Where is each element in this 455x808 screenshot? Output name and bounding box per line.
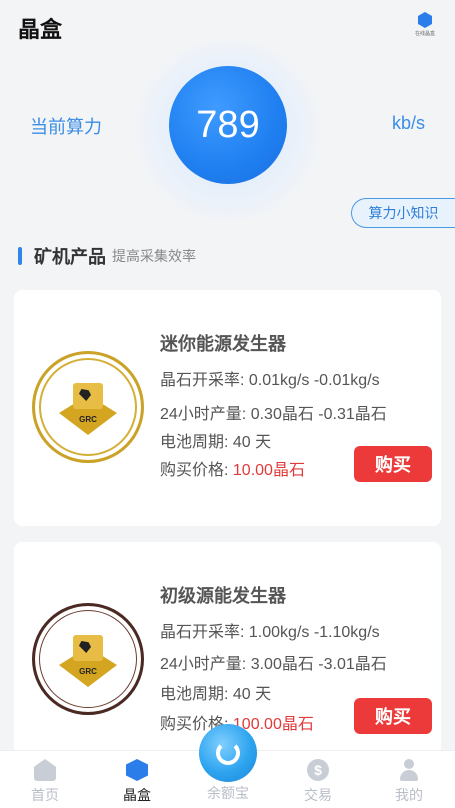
tab-trade[interactable]: $ 交易 [288, 759, 348, 805]
purchase-price-value: 10.00晶石 [232, 462, 305, 479]
battery-cycle-label: 电池周期: [160, 686, 229, 703]
daily-output-label: 24小时产量: [160, 406, 247, 423]
battery-cycle-value: 40 天 [232, 686, 272, 703]
map-icon [73, 635, 103, 661]
map-icon [73, 383, 103, 409]
tab-crystal-box[interactable]: 晶盒 [107, 759, 167, 805]
logo-caption: 在线晶盒 [414, 31, 435, 37]
section-accent-bar [18, 247, 22, 265]
power-panel: 当前算力 789 kb/s 算力小知识 [0, 40, 455, 228]
mining-rate-value: 0.01kg/s -0.01kg/s [248, 372, 380, 389]
mining-rate-label: 晶石开采率: [160, 372, 245, 389]
power-unit: kb/s [391, 113, 425, 133]
coin-text: GRC [79, 667, 97, 676]
tab-home[interactable]: 首页 [15, 759, 75, 805]
balance-fab-button[interactable] [199, 724, 257, 782]
daily-output-value: 0.30晶石 -0.31晶石 [250, 406, 387, 423]
power-value: 789 [196, 103, 260, 146]
section-heading: 矿机产品 提高采集效率 [18, 244, 196, 268]
tab-label: 我的 [395, 787, 423, 803]
purchase-price-label: 购买价格: [160, 462, 229, 479]
crystal-box-logo-icon[interactable]: 在线晶盒 [413, 12, 437, 40]
mining-rate-label: 晶石开采率: [160, 624, 245, 641]
battery-cycle-label: 电池周期: [160, 434, 229, 451]
home-icon [34, 759, 56, 781]
section-title: 矿机产品 [34, 247, 106, 267]
crystal-box-icon [126, 759, 148, 781]
power-knowledge-button[interactable]: 算力小知识 [351, 198, 455, 228]
mining-rate-value: 1.00kg/s -1.10kg/s [248, 624, 380, 641]
tab-label: 首页 [31, 787, 59, 803]
product-card: GRC 迷你能源发生器 晶石开采率: 0.01kg/s -0.01kg/s 24… [14, 290, 441, 526]
power-value-circle: 789 [169, 66, 287, 184]
purchase-price: 购买价格: 10.00晶石 [160, 456, 305, 480]
battery-cycle: 电池周期: 40 天 [160, 680, 271, 704]
buy-button[interactable]: 购买 [354, 446, 432, 482]
tab-profile[interactable]: 我的 [379, 759, 439, 805]
daily-output: 24小时产量: 3.00晶石 -3.01晶石 [160, 650, 387, 674]
power-label: 当前算力 [30, 117, 102, 137]
tab-balance-label[interactable]: 余额宝 [199, 783, 257, 803]
mining-rate: 晶石开采率: 0.01kg/s -0.01kg/s [160, 366, 380, 390]
product-name: 初级源能发生器 [160, 586, 286, 606]
battery-cycle-value: 40 天 [232, 434, 272, 451]
coin-text: GRC [79, 415, 97, 424]
hexagon-icon [418, 12, 432, 28]
daily-output: 24小时产量: 0.30晶石 -0.31晶石 [160, 400, 387, 424]
buy-button[interactable]: 购买 [354, 698, 432, 734]
daily-output-value: 3.00晶石 -3.01晶石 [250, 656, 387, 673]
product-name: 迷你能源发生器 [160, 334, 286, 354]
balance-icon [216, 741, 240, 765]
section-subtitle: 提高采集效率 [112, 248, 196, 264]
trade-icon: $ [307, 759, 329, 781]
mining-rate: 晶石开采率: 1.00kg/s -1.10kg/s [160, 618, 380, 642]
daily-output-label: 24小时产量: [160, 656, 247, 673]
tab-label: 晶盒 [123, 787, 151, 803]
grc-coin-icon: GRC [32, 351, 144, 463]
profile-icon [398, 759, 420, 781]
tab-label: 交易 [304, 787, 332, 803]
grc-coin-icon: GRC [32, 603, 144, 715]
battery-cycle: 电池周期: 40 天 [160, 428, 271, 452]
